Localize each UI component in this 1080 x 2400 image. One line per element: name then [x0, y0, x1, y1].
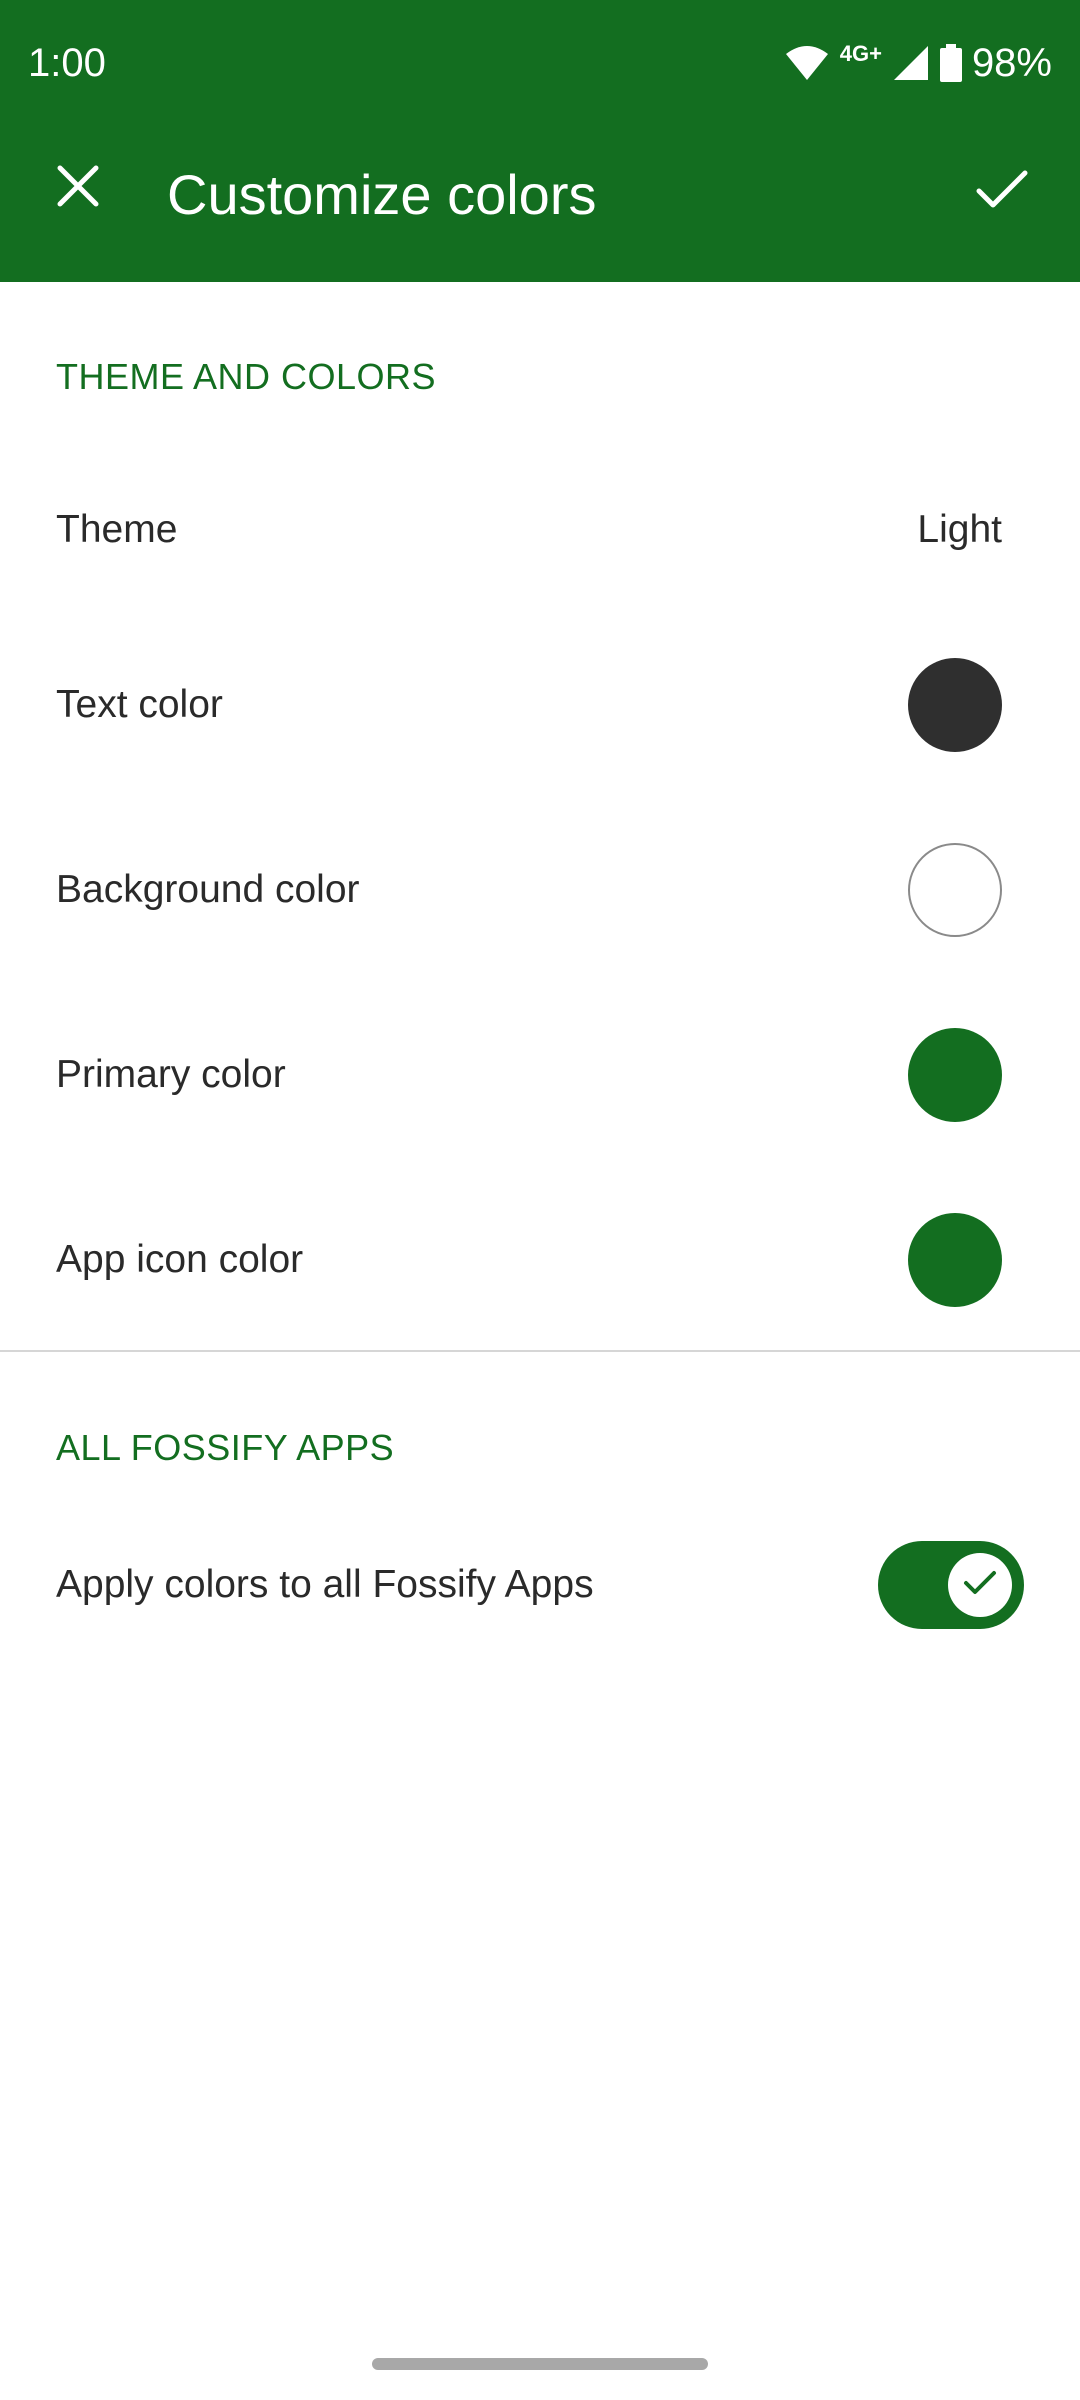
- status-icons: 4G+ 98%: [784, 38, 1052, 88]
- app-icon-color-row[interactable]: App icon color: [0, 1185, 1080, 1335]
- theme-value: Light: [917, 508, 1002, 551]
- text-color-label: Text color: [56, 683, 223, 726]
- background-color-row[interactable]: Background color: [0, 815, 1080, 965]
- apply-colors-toggle[interactable]: [878, 1541, 1024, 1629]
- toggle-knob: [948, 1553, 1012, 1617]
- check-icon: [975, 169, 1029, 216]
- status-time: 1:00: [28, 41, 106, 85]
- signal-icon: [892, 44, 930, 82]
- primary-color-label: Primary color: [56, 1053, 286, 1096]
- app-icon-color-swatch[interactable]: [908, 1213, 1002, 1307]
- theme-label: Theme: [56, 508, 178, 551]
- page-title: Customize colors: [167, 163, 597, 226]
- wifi-icon: [784, 44, 830, 82]
- close-button[interactable]: [40, 150, 116, 226]
- check-icon: [963, 1570, 997, 1601]
- apply-colors-label: Apply colors to all Fossify Apps: [56, 1563, 594, 1606]
- primary-color-row[interactable]: Primary color: [0, 1000, 1080, 1150]
- text-color-row[interactable]: Text color: [0, 630, 1080, 780]
- section-header-theme-and-colors: THEME AND COLORS: [56, 356, 437, 397]
- confirm-button[interactable]: [960, 150, 1044, 234]
- app-bar: 1:00 4G+ 98% Customize colors: [0, 0, 1080, 282]
- navigation-handle[interactable]: [372, 2358, 708, 2370]
- section-header-all-fossify-apps: ALL FOSSIFY APPS: [56, 1427, 395, 1468]
- primary-color-swatch[interactable]: [908, 1028, 1002, 1122]
- text-color-swatch[interactable]: [908, 658, 1002, 752]
- background-color-label: Background color: [56, 868, 360, 911]
- apply-colors-row[interactable]: Apply colors to all Fossify Apps: [0, 1510, 1080, 1660]
- close-icon: [56, 164, 100, 213]
- section-divider: [0, 1350, 1080, 1352]
- background-color-swatch[interactable]: [908, 843, 1002, 937]
- theme-row[interactable]: Theme Light: [0, 455, 1080, 605]
- network-type-label: 4G+: [839, 41, 882, 66]
- battery-percent: 98%: [971, 40, 1052, 85]
- battery-icon: [939, 44, 962, 82]
- app-icon-color-label: App icon color: [56, 1238, 304, 1281]
